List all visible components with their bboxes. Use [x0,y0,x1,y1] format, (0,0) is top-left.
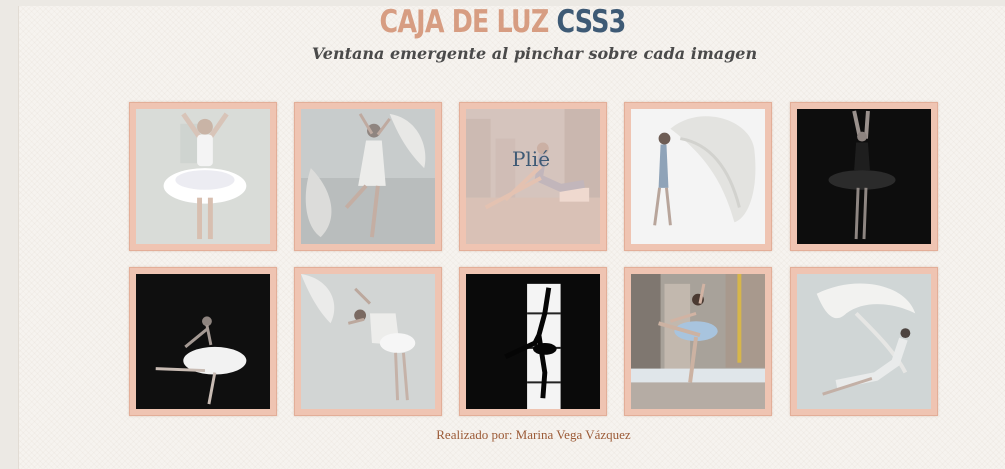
gallery-thumbnail-4[interactable] [624,102,772,251]
gallery-thumbnail-5[interactable] [790,102,938,251]
photo-dancer-flowing-fabric [301,109,435,244]
photo-ballerina-black-tutu [797,109,931,244]
page-title: CAJA DE LUZ CSS3 [90,2,914,42]
gallery-thumbnail-10[interactable] [790,267,938,416]
photo-dancer-window-silhouette [466,274,600,409]
page-subtitle: Ventana emergente al pinchar sobre cada … [311,44,758,63]
photo-dancer-floating-silk [797,274,931,409]
photo-ballerina-arabesque-dark [136,274,270,409]
photo-ballerina-white-tutu [136,109,270,244]
photo-dancer-arched-back [301,274,435,409]
gallery-thumbnail-6[interactable] [129,267,277,416]
title-part-1: CAJA DE LUZ [379,4,549,40]
gallery-thumbnail-1[interactable] [129,102,277,251]
photo-ballerina-rooftop [631,274,765,409]
hover-caption-overlay: Plié [466,109,600,244]
gallery-thumbnail-8[interactable] [459,267,607,416]
photo-dancer-silk-scarf [631,109,765,244]
title-part-2: CSS3 [556,4,626,40]
gallery-thumbnail-2[interactable] [294,102,442,251]
gallery-thumbnail-9[interactable] [624,267,772,416]
gallery-thumbnail-3[interactable]: Plié [459,102,607,251]
gallery-thumbnail-7[interactable] [294,267,442,416]
author-credit: Realizado por: Marina Vega Vázquez [436,427,631,442]
hover-caption: Plié [511,146,551,171]
